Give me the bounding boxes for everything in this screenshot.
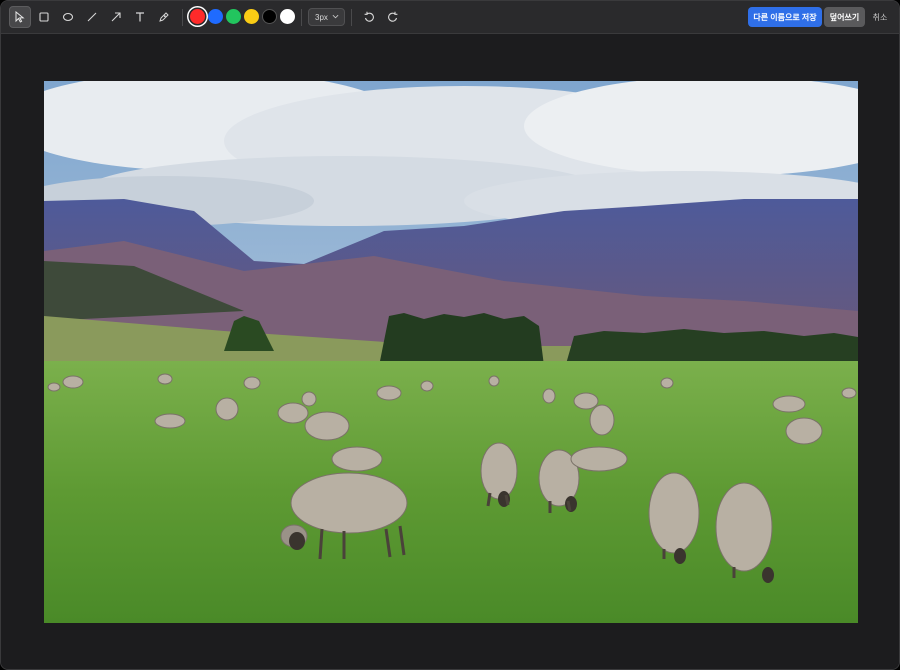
- line-icon[interactable]: [81, 6, 103, 28]
- color-swatch-black[interactable]: [262, 9, 277, 24]
- cancel-button[interactable]: 취소: [867, 7, 893, 27]
- ellipse-icon[interactable]: [57, 6, 79, 28]
- arrow-icon[interactable]: [105, 6, 127, 28]
- cursor-arrow-icon[interactable]: [9, 6, 31, 28]
- toolbar: 3px 다른 이름으로 저장 덮어쓰기 취소: [1, 1, 899, 34]
- save-as-button[interactable]: 다른 이름으로 저장: [748, 7, 822, 27]
- color-swatch-green[interactable]: [226, 9, 241, 24]
- redo-icon[interactable]: [382, 6, 404, 28]
- color-swatch-blue[interactable]: [208, 9, 223, 24]
- toolbar-divider: [182, 9, 183, 26]
- pen-icon[interactable]: [153, 6, 175, 28]
- chevron-down-icon: [332, 14, 339, 19]
- color-swatch-yellow[interactable]: [244, 9, 259, 24]
- overwrite-button[interactable]: 덮어쓰기: [824, 7, 865, 27]
- toolbar-divider: [351, 9, 352, 26]
- rectangle-icon[interactable]: [33, 6, 55, 28]
- annotation-editor-window: 3px 다른 이름으로 저장 덮어쓰기 취소: [0, 0, 900, 670]
- photo-image[interactable]: [44, 81, 858, 623]
- color-swatch-red[interactable]: [190, 9, 205, 24]
- stroke-width-value: 3px: [315, 12, 328, 22]
- toolbar-divider: [301, 9, 302, 26]
- canvas-area: [1, 35, 899, 669]
- undo-icon[interactable]: [358, 6, 380, 28]
- stroke-width-select[interactable]: 3px: [308, 8, 345, 26]
- color-swatch-white[interactable]: [280, 9, 295, 24]
- text-icon[interactable]: [129, 6, 151, 28]
